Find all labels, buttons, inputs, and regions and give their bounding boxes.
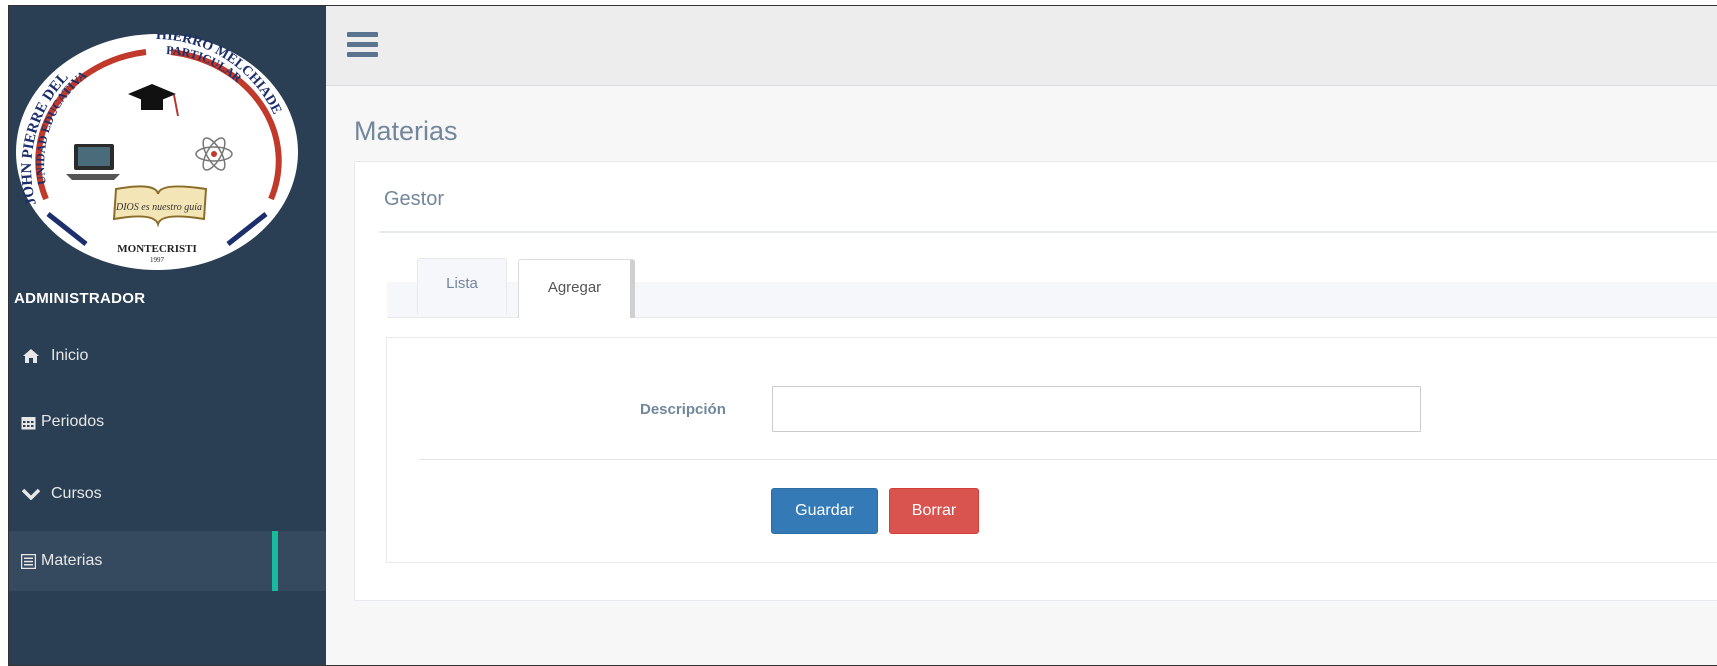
sidebar-item-label: Periodos (41, 413, 105, 430)
description-input[interactable] (772, 386, 1421, 432)
sidebar-item-label: Inicio (51, 347, 89, 364)
sidebar-item-inicio[interactable]: Inicio (9, 326, 326, 386)
sidebar: UNIDAD EDUCATIVA JOHN PIERRE DEL PARTICU… (9, 6, 326, 665)
tab-agregar[interactable]: Agregar (518, 259, 635, 318)
save-button[interactable]: Guardar (771, 488, 878, 534)
tab-lista[interactable]: Lista (417, 258, 507, 314)
list-alt-icon (19, 552, 37, 570)
hamburger-icon[interactable] (347, 32, 378, 58)
page-title: Materias (354, 116, 458, 146)
form-divider (419, 459, 1717, 460)
logo-book-text: DIOS es nuestro guía (115, 202, 202, 213)
panel-title: Gestor (384, 188, 445, 210)
sidebar-section-title: ADMINISTRADOR (14, 290, 146, 307)
sidebar-item-periodos[interactable]: Periodos (9, 392, 326, 452)
top-navbar (326, 6, 1717, 86)
sidebar-item-label: Materias (41, 552, 103, 569)
sidebar-item-materias[interactable]: Materias (9, 531, 326, 591)
panel-divider (379, 231, 1717, 233)
app-frame: UNIDAD EDUCATIVA JOHN PIERRE DEL PARTICU… (8, 5, 1717, 666)
gestor-panel: Gestor Lista Agregar Descripción Guardar… (354, 161, 1717, 601)
add-form: Descripción Guardar Borrar (386, 337, 1717, 563)
sidebar-item-cursos[interactable]: Cursos (9, 464, 326, 524)
school-logo: UNIDAD EDUCATIVA JOHN PIERRE DEL PARTICU… (16, 34, 298, 270)
chevron-down-icon (22, 485, 40, 503)
clear-button[interactable]: Borrar (889, 488, 979, 534)
logo-city: MONTECRISTI (117, 243, 196, 255)
logo-year: 1997 (150, 256, 165, 264)
calendar-icon (19, 413, 37, 431)
description-label: Descripción (640, 401, 726, 418)
sidebar-item-label: Cursos (51, 485, 102, 502)
home-icon (22, 347, 40, 365)
